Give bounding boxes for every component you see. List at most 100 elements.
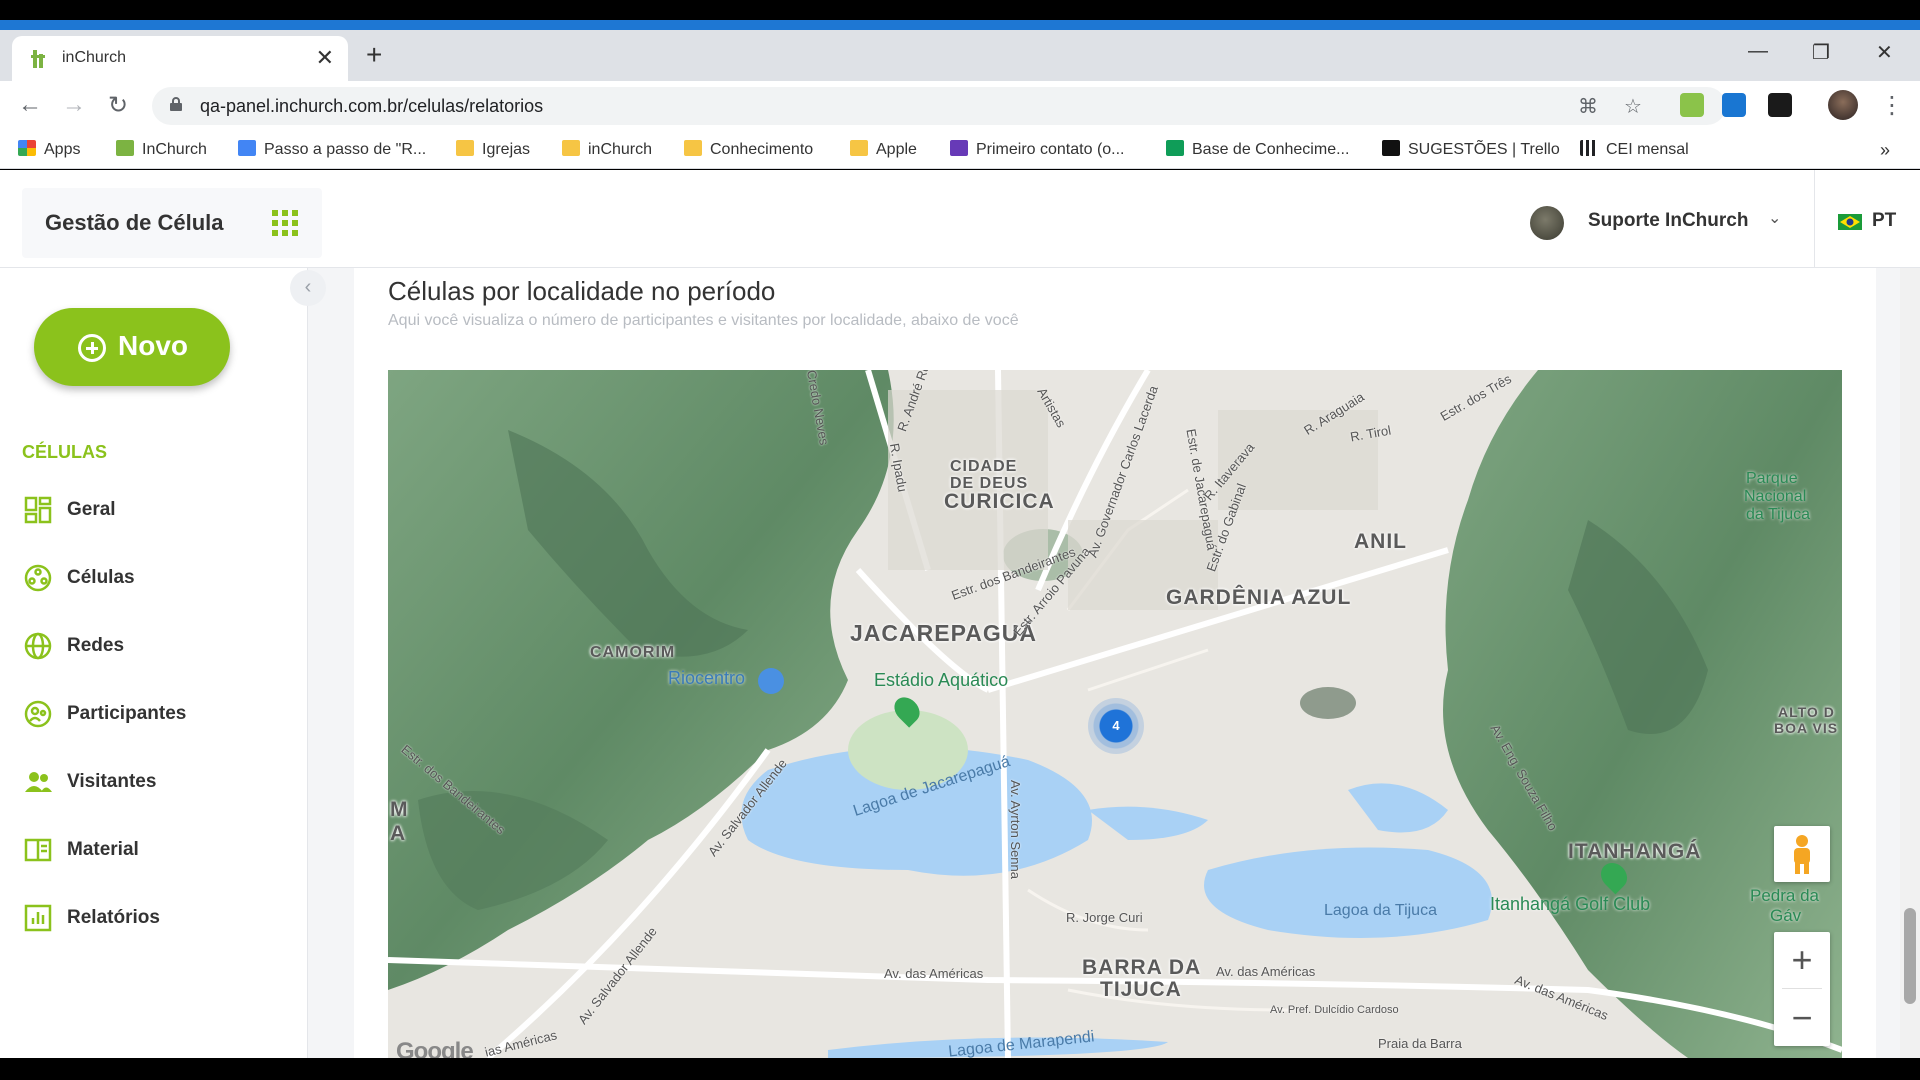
- map-area-label: ALTO D: [1778, 704, 1835, 720]
- plus-circle-icon: [78, 334, 106, 362]
- extension-1-icon[interactable]: [1680, 93, 1704, 117]
- reload-icon[interactable]: ↻: [108, 91, 128, 120]
- sidebar-item-material[interactable]: Material: [22, 830, 292, 870]
- chrome-menu-icon[interactable]: ⋮: [1880, 91, 1904, 120]
- omnibox[interactable]: qa-panel.inchurch.com.br/celulas/relator…: [152, 87, 1726, 125]
- address-bar-row: ← → ↻ qa-panel.inchurch.com.br/celulas/r…: [0, 81, 1920, 131]
- bookmark-passo-a-passo[interactable]: Passo a passo de "R...: [238, 140, 426, 159]
- sidebar-item-label: Visitantes: [67, 771, 157, 792]
- new-tab-icon[interactable]: +: [366, 39, 382, 71]
- forward-icon[interactable]: →: [62, 91, 86, 119]
- report-card: Células por localidade no período Aqui v…: [354, 268, 1876, 1058]
- profile-avatar[interactable]: [1828, 90, 1858, 120]
- section-title: CÉLULAS: [22, 442, 107, 462]
- tab-title: inChurch: [62, 49, 127, 66]
- globe-icon: [24, 632, 52, 660]
- riocentro-marker-icon[interactable]: [758, 668, 784, 694]
- map-area-label: BARRA DA: [1082, 956, 1202, 979]
- back-icon[interactable]: ←: [18, 91, 42, 119]
- folder-icon: [850, 140, 868, 156]
- map-street-label: Av. Pref. Dulcídio Cardoso: [1270, 1004, 1399, 1016]
- zoom-divider: [1782, 988, 1822, 989]
- bookmarks-overflow-icon[interactable]: »: [1880, 140, 1890, 161]
- app-header: Gestão de Célula Suporte InChurch ⌄ PT: [0, 170, 1920, 268]
- bookmark-igrejas[interactable]: Igrejas: [456, 140, 530, 159]
- map-poi-label: Parque: [1746, 470, 1798, 487]
- taskbar-accent: [0, 20, 1920, 30]
- browser-tab[interactable]: inChurch ✕: [12, 36, 348, 81]
- map-area-label: JACAREPAGUÁ: [850, 620, 1037, 646]
- chart-icon: [24, 904, 52, 932]
- bookmark-inchurch-folder[interactable]: inChurch: [562, 140, 652, 159]
- zoom-out-icon[interactable]: −: [1774, 990, 1830, 1046]
- folder-icon: [456, 140, 474, 156]
- sidebar-item-participantes[interactable]: Participantes: [22, 694, 292, 734]
- map-area-label: CURICICA: [944, 490, 1055, 513]
- header-divider: [1814, 170, 1815, 268]
- bar-chart-icon: [1580, 140, 1598, 156]
- chevron-down-icon[interactable]: ⌄: [1768, 208, 1781, 228]
- report-title: Células por localidade no período: [388, 276, 776, 306]
- user-name[interactable]: Suporte InChurch: [1588, 210, 1748, 232]
- minimize-icon[interactable]: —: [1748, 40, 1768, 63]
- brazil-flag-icon: [1838, 214, 1862, 230]
- trello-icon: [1382, 140, 1400, 156]
- bottom-strip: [0, 1058, 1920, 1080]
- bookmark-conhecimento[interactable]: Conhecimento: [684, 140, 813, 159]
- bookmark-apple[interactable]: Apple: [850, 140, 917, 159]
- restore-icon[interactable]: ❐: [1812, 40, 1830, 65]
- map-street-label: Av. Ayrton Senna: [1008, 779, 1024, 880]
- language-selector[interactable]: PT: [1872, 210, 1896, 232]
- screen: inChurch ✕ + — ❐ ✕ ← → ↻ qa-panel.inchur…: [0, 0, 1920, 1080]
- zoom-in-icon[interactable]: +: [1774, 932, 1830, 988]
- new-button[interactable]: Novo: [34, 308, 230, 386]
- locations-map[interactable]: CIDADE DE DEUS CURICICA ANIL GARDÊNIA AZ…: [388, 370, 1842, 1058]
- participants-icon: [24, 700, 52, 728]
- new-button-label: Novo: [118, 330, 188, 361]
- street-view-pegman-icon[interactable]: [1774, 826, 1830, 882]
- map-poi-label: Gáv: [1770, 906, 1802, 925]
- map-area-label: GARDÊNIA AZUL: [1166, 586, 1352, 609]
- brand-box: Gestão de Célula: [22, 188, 322, 258]
- folder-icon: [562, 140, 580, 156]
- map-water-label: Lagoa da Tijuca: [1324, 902, 1437, 919]
- zoom-controls: + −: [1774, 932, 1830, 1046]
- user-avatar[interactable]: [1530, 206, 1564, 240]
- bookmark-apps[interactable]: Apps: [18, 140, 80, 159]
- sidebar-item-label: Material: [67, 839, 139, 860]
- sidebar-item-relatorios[interactable]: Relatórios: [22, 898, 292, 938]
- app-grid-icon[interactable]: [272, 210, 298, 236]
- apps-icon: [18, 140, 36, 156]
- bookmark-sugestoes-trello[interactable]: SUGESTÕES | Trello: [1382, 140, 1560, 159]
- google-logo: Google: [396, 1038, 474, 1058]
- sidebar: Novo CÉLULAS Geral Células Redes Partici…: [0, 268, 308, 1058]
- collapse-sidebar-icon[interactable]: ‹: [290, 270, 326, 306]
- map-area-label: M: [390, 798, 409, 821]
- map-cluster-marker[interactable]: 4: [1088, 698, 1144, 754]
- sidebar-item-redes[interactable]: Redes: [22, 626, 292, 666]
- bookmark-inchurch[interactable]: InChurch: [116, 140, 207, 159]
- map-poi-label: Pedra da: [1750, 886, 1819, 905]
- map-area-label: A: [390, 822, 407, 845]
- inchurch-favicon-icon: [31, 50, 45, 68]
- sidebar-item-label: Participantes: [67, 703, 187, 724]
- map-street-label: Praia da Barra: [1378, 1036, 1462, 1051]
- extension-3-icon[interactable]: [1768, 93, 1792, 117]
- close-window-icon[interactable]: ✕: [1876, 40, 1893, 65]
- bookmark-cei-mensal[interactable]: CEI mensal: [1580, 140, 1689, 159]
- star-icon[interactable]: ☆: [1624, 94, 1642, 119]
- page-scrollbar[interactable]: [1900, 268, 1920, 1058]
- bookmark-base-conhecimento[interactable]: Base de Conhecime...: [1166, 140, 1349, 159]
- extension-2-icon[interactable]: [1722, 93, 1746, 117]
- map-area-label: CAMORIM: [590, 644, 676, 661]
- brand-title: Gestão de Célula: [45, 210, 224, 235]
- sidebar-item-celulas[interactable]: Células: [22, 558, 292, 598]
- lock-icon: [170, 97, 182, 111]
- translate-icon[interactable]: ⌘: [1578, 94, 1598, 119]
- scrollbar-thumb[interactable]: [1904, 908, 1916, 1004]
- report-subtitle: Aqui você visualiza o número de particip…: [388, 312, 1019, 329]
- tab-close-icon[interactable]: ✕: [316, 45, 334, 71]
- sidebar-item-visitantes[interactable]: Visitantes: [22, 762, 292, 802]
- bookmark-primeiro-contato[interactable]: Primeiro contato (o...: [950, 140, 1125, 159]
- sidebar-item-geral[interactable]: Geral: [22, 490, 292, 530]
